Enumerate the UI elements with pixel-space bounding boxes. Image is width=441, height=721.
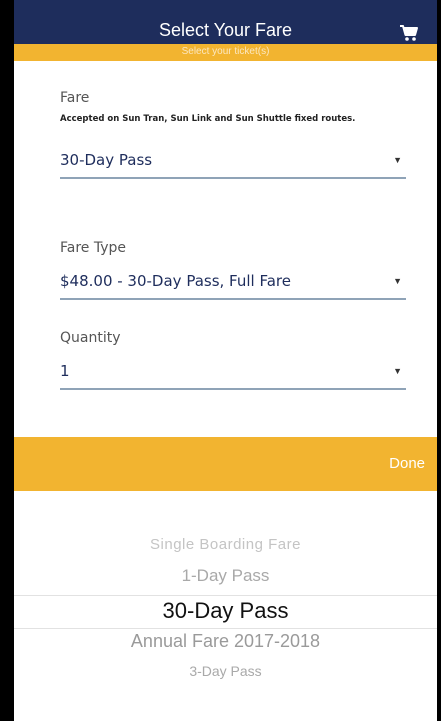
fare-type-select-value: $48.00 - 30-Day Pass, Full Fare: [60, 272, 291, 290]
picker-option[interactable]: 1-Day Pass: [14, 566, 437, 586]
dropdown-arrow-icon: ▼: [393, 155, 402, 165]
dropdown-arrow-icon: ▼: [393, 366, 402, 376]
fare-type-select[interactable]: $48.00 - 30-Day Pass, Full Fare ▼: [60, 270, 406, 300]
picker-option[interactable]: 3-Day Pass: [14, 663, 437, 679]
picker-option[interactable]: Single Boarding Fare: [14, 536, 437, 553]
fare-note: Accepted on Sun Tran, Sun Link and Sun S…: [60, 114, 356, 124]
fare-type-label: Fare Type: [60, 240, 127, 256]
done-button[interactable]: Done: [389, 455, 425, 472]
picker-option[interactable]: Annual Fare 2017-2018: [14, 631, 437, 652]
picker-toolbar: Done: [14, 437, 437, 491]
fare-select-value: 30-Day Pass: [60, 151, 153, 169]
quantity-select-value: 1: [60, 362, 70, 380]
subheader-bar: Select your ticket(s): [14, 44, 437, 61]
fare-select[interactable]: 30-Day Pass ▼: [60, 149, 406, 179]
quantity-select[interactable]: 1 ▼: [60, 360, 406, 390]
picker-selection-line-top: [14, 595, 437, 596]
app-screen: Select Your Fare Select your ticket(s) F…: [14, 0, 437, 721]
quantity-section: Quantity 1 ▼: [60, 330, 406, 390]
cart-icon[interactable]: [399, 24, 419, 42]
fare-picker-wheel[interactable]: Single Boarding Fare 1-Day Pass 30-Day P…: [14, 491, 437, 721]
fare-label: Fare: [60, 90, 90, 106]
page-title: Select Your Fare: [158, 20, 293, 40]
fare-section: Fare Accepted on Sun Tran, Sun Link and …: [60, 90, 406, 179]
dropdown-arrow-icon: ▼: [393, 276, 402, 286]
fare-type-section: Fare Type $48.00 - 30-Day Pass, Full Far…: [60, 240, 406, 300]
subtitle: Select your ticket(s): [181, 46, 270, 57]
picker-option-selected[interactable]: 30-Day Pass: [14, 598, 437, 624]
quantity-label: Quantity: [60, 330, 121, 346]
header-bar: Select Your Fare: [14, 0, 437, 44]
picker-selection-line-bottom: [14, 628, 437, 629]
